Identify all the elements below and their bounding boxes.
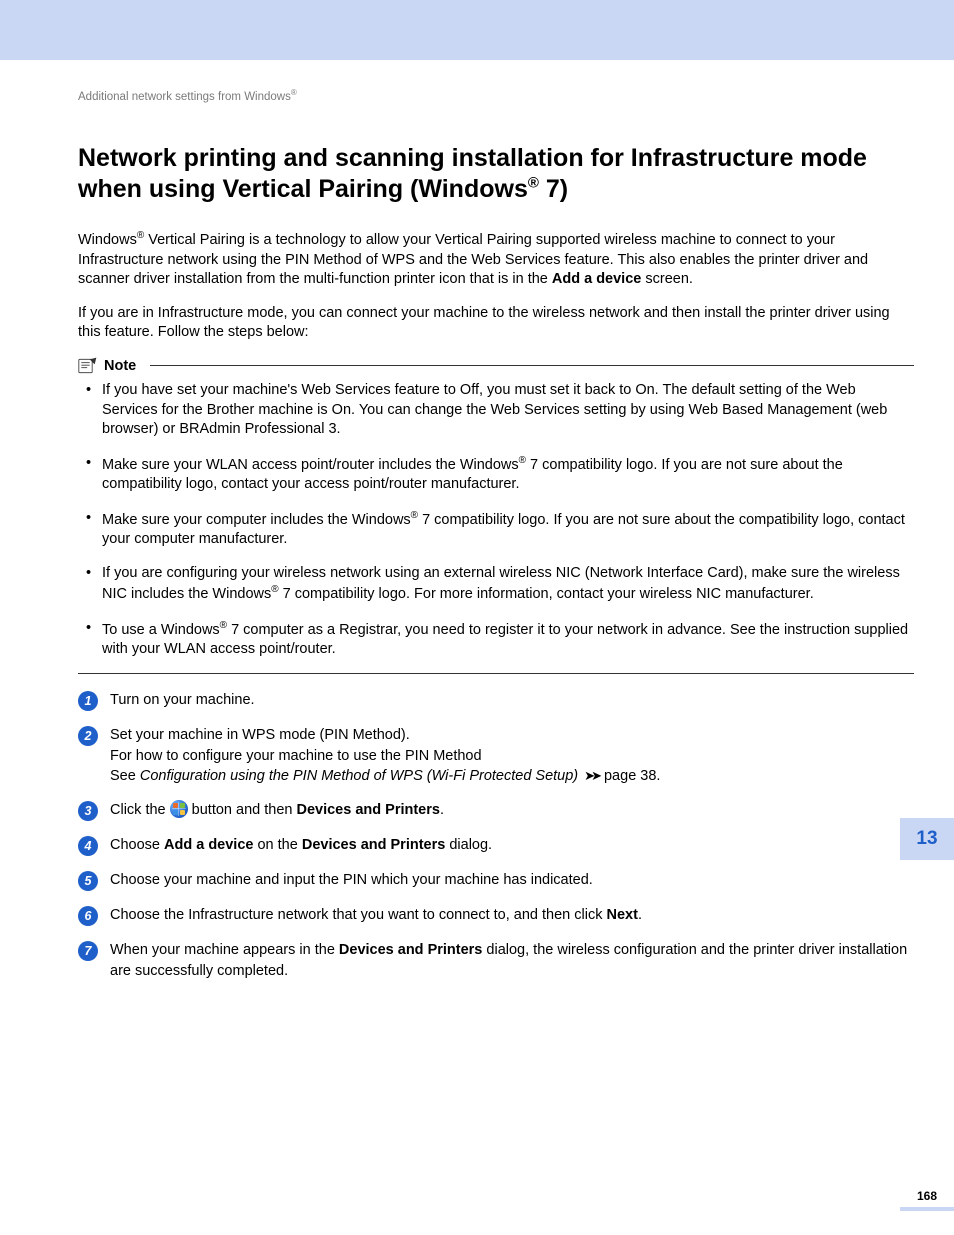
note-end-rule	[78, 673, 914, 674]
step-text: Choose the Infrastructure network that y…	[110, 905, 914, 925]
step-3: 3 Click the button and then Devices and …	[78, 800, 914, 821]
text: on the	[253, 837, 301, 853]
add-a-device-label: Add a device	[552, 271, 641, 287]
text: dialog.	[445, 837, 492, 853]
breadcrumb-text: Additional network settings from Windows	[78, 91, 291, 103]
step-number-badge: 3	[78, 801, 98, 821]
page-number-bar	[900, 1207, 954, 1211]
step-number-badge: 2	[78, 726, 98, 746]
note-header-rule	[150, 365, 914, 366]
steps-list: 1 Turn on your machine. 2 Set your machi…	[78, 690, 914, 980]
page-content: Additional network settings from Windows…	[0, 60, 954, 1015]
note-item: Make sure your computer includes the Win…	[102, 509, 914, 550]
note-item: If you are configuring your wireless net…	[102, 564, 914, 605]
registered-mark: ®	[528, 175, 539, 192]
add-a-device-label: Add a device	[164, 837, 253, 853]
text: page 38.	[600, 768, 660, 784]
page-number: 168	[900, 1189, 954, 1203]
registered-mark: ®	[271, 584, 278, 595]
step-number-badge: 5	[78, 871, 98, 891]
text: button and then	[188, 802, 297, 818]
text: To use a Windows	[102, 621, 220, 637]
step-6: 6 Choose the Infrastructure network that…	[78, 905, 914, 926]
text: screen.	[641, 271, 693, 287]
step-text: Choose your machine and input the PIN wh…	[110, 870, 914, 890]
registered-mark: ®	[519, 455, 526, 466]
note-item: Make sure your WLAN access point/router …	[102, 454, 914, 495]
text: Choose the Infrastructure network that y…	[110, 907, 607, 923]
top-banner	[0, 0, 954, 60]
text: Choose	[110, 837, 164, 853]
chapter-tab: 13	[900, 818, 954, 860]
windows-start-orb-icon	[170, 800, 188, 818]
note-block: Note If you have set your machine's Web …	[78, 357, 914, 675]
devices-and-printers-label: Devices and Printers	[296, 802, 439, 818]
step-text: When your machine appears in the Devices…	[110, 940, 914, 981]
breadcrumb: Additional network settings from Windows…	[78, 88, 914, 103]
step-7: 7 When your machine appears in the Devic…	[78, 940, 914, 981]
text: Make sure your WLAN access point/router …	[102, 456, 519, 472]
next-label: Next	[607, 907, 638, 923]
text: Click the	[110, 802, 170, 818]
title-part1: Network printing and scanning installati…	[78, 144, 867, 203]
text: 7 compatibility logo. For more informati…	[279, 586, 814, 602]
text: See	[110, 768, 140, 784]
note-label: Note	[104, 358, 136, 374]
step-2: 2 Set your machine in WPS mode (PIN Meth…	[78, 725, 914, 786]
text: Vertical Pairing is a technology to allo…	[78, 232, 868, 287]
text: Set your machine in WPS mode (PIN Method…	[110, 727, 410, 743]
step-text: Choose Add a device on the Devices and P…	[110, 835, 914, 855]
text: When your machine appears in the	[110, 942, 339, 958]
chapter-number: 13	[916, 828, 937, 850]
step-4: 4 Choose Add a device on the Devices and…	[78, 835, 914, 856]
page-number-block: 168	[900, 1189, 954, 1211]
intro-paragraph-2: If you are in Infrastructure mode, you c…	[78, 304, 914, 343]
step-text: Click the button and then Devices and Pr…	[110, 800, 914, 820]
devices-and-printers-label: Devices and Printers	[302, 837, 445, 853]
note-item: To use a Windows® 7 computer as a Regist…	[102, 619, 914, 660]
intro-paragraph-1: Windows® Vertical Pairing is a technolog…	[78, 229, 914, 290]
text: Make sure your computer includes the Win…	[102, 511, 411, 527]
step-5: 5 Choose your machine and input the PIN …	[78, 870, 914, 891]
page-title: Network printing and scanning installati…	[78, 143, 914, 206]
step-number-badge: 7	[78, 941, 98, 961]
reference-arrow-icon: ➤➤	[584, 767, 598, 785]
devices-and-printers-label: Devices and Printers	[339, 942, 482, 958]
note-icon	[78, 357, 98, 375]
registered-mark: ®	[411, 510, 418, 521]
text: If you have set your machine's Web Servi…	[102, 382, 887, 437]
cross-reference: Configuration using the PIN Method of WP…	[140, 768, 578, 784]
step-text: Turn on your machine.	[110, 690, 914, 710]
text: .	[638, 907, 642, 923]
registered-mark: ®	[220, 620, 227, 631]
title-part2: 7)	[539, 175, 568, 203]
step-number-badge: 1	[78, 691, 98, 711]
step-1: 1 Turn on your machine.	[78, 690, 914, 711]
step-text: Set your machine in WPS mode (PIN Method…	[110, 725, 914, 786]
note-list: If you have set your machine's Web Servi…	[84, 381, 914, 660]
step-number-badge: 6	[78, 906, 98, 926]
note-item: If you have set your machine's Web Servi…	[102, 381, 914, 440]
note-header: Note	[78, 357, 914, 375]
text: Windows	[78, 232, 137, 248]
text: .	[440, 802, 444, 818]
step-number-badge: 4	[78, 836, 98, 856]
registered-mark: ®	[291, 88, 297, 97]
text: For how to configure your machine to use…	[110, 748, 482, 764]
